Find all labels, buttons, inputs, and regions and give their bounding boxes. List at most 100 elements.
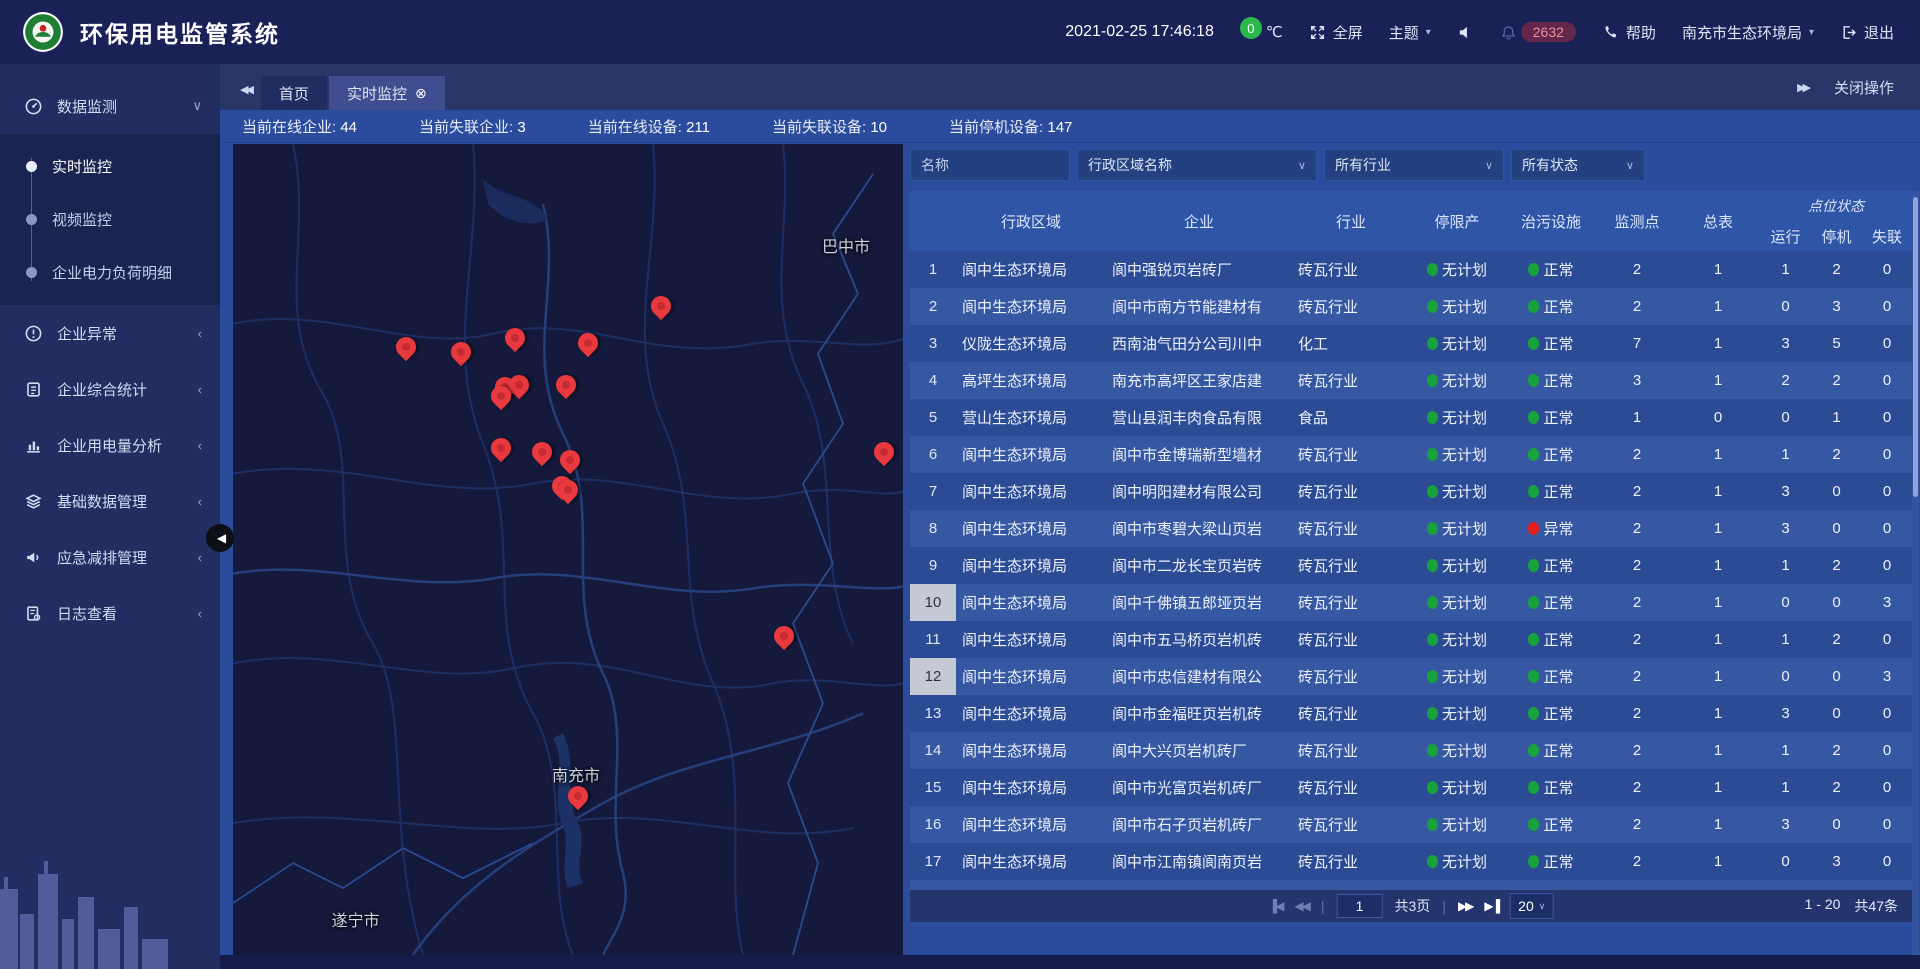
cell-limit-production: 无计划 — [1410, 695, 1504, 732]
map-pin-icon[interactable] — [491, 438, 513, 460]
tab-1[interactable]: 实时监控⊗ — [329, 76, 445, 110]
speaker-icon — [1457, 24, 1474, 41]
table-row[interactable]: 15阆中生态环境局阆中市光富页岩机砖厂砖瓦行业无计划正常21120 — [910, 769, 1912, 806]
logout-button[interactable]: 退出 — [1840, 22, 1894, 43]
cell-run: 3 — [1760, 695, 1811, 732]
table-row[interactable]: 1阆中生态环境局阆中强锐页岩砖厂砖瓦行业无计划正常21120 — [910, 251, 1912, 288]
map-pin-icon[interactable] — [568, 786, 590, 808]
cell-industry: 砖瓦行业 — [1292, 769, 1410, 806]
map-pin-icon[interactable] — [874, 442, 896, 464]
scrollbar-thumb[interactable] — [1913, 197, 1918, 497]
tabs-scroll-left-button[interactable]: ◀◀ — [240, 83, 251, 96]
status-dot-icon — [1427, 263, 1438, 276]
last-page-button[interactable]: ▶▐ — [1484, 899, 1498, 913]
chevron-left-icon: ‹ — [198, 382, 202, 397]
close-operations-menu[interactable]: 关闭操作 — [1834, 77, 1894, 98]
tabs-container: 首页实时监控⊗ — [261, 76, 447, 110]
cell-monitor-points: 2 — [1598, 251, 1676, 288]
stats-bar: 当前在线企业: 44当前失联企业: 3当前在线设备: 211当前失联设备: 10… — [220, 110, 1920, 143]
prev-page-button[interactable]: ◀◀ — [1294, 899, 1308, 913]
table-scrollbar[interactable] — [1912, 191, 1919, 955]
table-row[interactable]: 14阆中生态环境局阆中大兴页岩机砖厂砖瓦行业无计划正常21120 — [910, 732, 1912, 769]
tab-close-icon[interactable]: ⊗ — [415, 85, 427, 102]
sound-button[interactable] — [1457, 24, 1474, 41]
map-pin-icon[interactable] — [556, 375, 578, 397]
sidebar-subitem-0-1[interactable]: 视频监控 — [0, 193, 220, 246]
cell-stop: 5 — [1811, 325, 1862, 362]
map-pin-icon[interactable] — [451, 342, 473, 364]
map-pin-icon[interactable] — [396, 337, 418, 359]
column-header-3: 行业 — [1292, 191, 1410, 251]
map-pin-icon[interactable] — [558, 480, 580, 502]
cell-stop: 0 — [1811, 584, 1862, 621]
next-page-button[interactable]: ▶▶ — [1458, 899, 1472, 913]
map-pin-icon[interactable] — [578, 333, 600, 355]
cell-monitor-points: 3 — [1598, 362, 1676, 399]
timeline-dot-icon — [26, 161, 37, 172]
industry-select[interactable]: 所有行业 ∨ — [1324, 149, 1504, 181]
map-pin-icon[interactable] — [491, 386, 513, 408]
stat-value: 147 — [1047, 119, 1072, 136]
cell-total-meters: 1 — [1676, 732, 1760, 769]
map-pin-icon[interactable] — [505, 328, 527, 350]
table-row[interactable]: 16阆中生态环境局阆中市石子页岩机砖厂砖瓦行业无计划正常21300 — [910, 806, 1912, 843]
cell-monitor-points: 2 — [1598, 473, 1676, 510]
status-dot-icon — [1427, 522, 1438, 535]
table-row[interactable]: 10阆中生态环境局阆中千佛镇五郎垭页岩砖瓦行业无计划正常21003 — [910, 584, 1912, 621]
table-row[interactable]: 17阆中生态环境局阆中市江南镇阆南页岩砖瓦行业无计划正常21030 — [910, 843, 1912, 880]
map-panel[interactable]: 巴中市南充市遂宁市 — [233, 144, 903, 955]
map-pin-icon[interactable] — [560, 450, 582, 472]
table-row[interactable]: 3仪陇生态环境局西南油气田分公司川中化工无计划正常71350 — [910, 325, 1912, 362]
table-row[interactable]: 11阆中生态环境局阆中市五马桥页岩机砖砖瓦行业无计划正常21120 — [910, 621, 1912, 658]
cell-region: 阆中生态环境局 — [956, 510, 1106, 547]
map-pin-icon[interactable] — [774, 626, 796, 648]
sidebar-item-0[interactable]: 数据监测∨ — [0, 78, 220, 134]
cell-industry: 砖瓦行业 — [1292, 362, 1410, 399]
table-row[interactable]: 9阆中生态环境局阆中市二龙长宝页岩砖砖瓦行业无计划正常21120 — [910, 547, 1912, 584]
table-row[interactable]: 12阆中生态环境局阆中市忠信建材有限公砖瓦行业无计划正常21003 — [910, 658, 1912, 695]
cell-company: 阆中强锐页岩砖厂 — [1106, 251, 1292, 288]
page-number-input[interactable] — [1337, 894, 1383, 918]
sidebar-item-1[interactable]: 企业异常‹ — [0, 305, 220, 361]
user-org-menu[interactable]: 南充市生态环境局▾ — [1682, 22, 1814, 43]
table-row[interactable]: 4高坪生态环境局南充市高坪区王家店建砖瓦行业无计划正常31220 — [910, 362, 1912, 399]
status-dot-icon — [1427, 633, 1438, 646]
cell-lost: 0 — [1862, 732, 1912, 769]
table-row[interactable]: 2阆中生态环境局阆中市南方节能建材有砖瓦行业无计划正常21030 — [910, 288, 1912, 325]
sidebar-subitem-0-2[interactable]: 企业电力负荷明细 — [0, 246, 220, 299]
status-dot-icon — [1528, 337, 1539, 350]
name-search-input[interactable] — [910, 149, 1070, 181]
theme-menu[interactable]: 主题▾ — [1389, 22, 1431, 43]
cell-limit-production: 无计划 — [1410, 547, 1504, 584]
status-select[interactable]: 所有状态 ∨ — [1511, 149, 1645, 181]
table-row[interactable]: 13阆中生态环境局阆中市金福旺页岩机砖砖瓦行业无计划正常21300 — [910, 695, 1912, 732]
sidebar-subitem-0-0[interactable]: 实时监控 — [0, 140, 220, 193]
notifications-button[interactable]: 2632 — [1500, 22, 1576, 42]
first-page-button[interactable]: ▐◀ — [1269, 899, 1283, 913]
help-button[interactable]: 帮助 — [1602, 22, 1656, 43]
temperature-unit: ℃ — [1266, 23, 1283, 41]
pagination-summary: 1 - 20 共47条 — [1805, 896, 1912, 916]
fullscreen-button[interactable]: 全屏 — [1309, 22, 1363, 43]
map-pin-icon[interactable] — [532, 442, 554, 464]
region-select[interactable]: 行政区域名称 ∨ — [1077, 149, 1317, 181]
sidebar-item-2[interactable]: 企业综合统计‹ — [0, 361, 220, 417]
map-pin-icon[interactable] — [651, 296, 673, 318]
sidebar-item-5[interactable]: 应急减排管理‹ — [0, 529, 220, 585]
status-dot-icon — [1427, 781, 1438, 794]
sidebar-item-6[interactable]: 日志查看‹ — [0, 585, 220, 641]
tabs-scroll-right-button[interactable]: ▶▶ — [1797, 81, 1808, 94]
table-row[interactable]: 5营山生态环境局营山县润丰肉食品有限食品无计划正常10010 — [910, 399, 1912, 436]
page-size-select[interactable]: 20 ∨ — [1510, 893, 1553, 919]
table-row[interactable]: 6阆中生态环境局阆中市金博瑞新型墙材砖瓦行业无计划正常21120 — [910, 436, 1912, 473]
cell-total-meters: 1 — [1676, 251, 1760, 288]
panel-collapse-button[interactable]: ◀ — [206, 524, 234, 552]
table-row[interactable]: 7阆中生态环境局阆中明阳建材有限公司砖瓦行业无计划正常21300 — [910, 473, 1912, 510]
sidebar-item-3[interactable]: 企业用电量分析‹ — [0, 417, 220, 473]
cell-industry: 砖瓦行业 — [1292, 473, 1410, 510]
table-row[interactable]: 8阆中生态环境局阆中市枣碧大梁山页岩砖瓦行业无计划异常21300 — [910, 510, 1912, 547]
tab-0[interactable]: 首页 — [261, 76, 327, 110]
sidebar-item-4[interactable]: 基础数据管理‹ — [0, 473, 220, 529]
cell-company: 阆中大兴页岩机砖厂 — [1106, 732, 1292, 769]
cell-row-number: 9 — [910, 547, 956, 584]
